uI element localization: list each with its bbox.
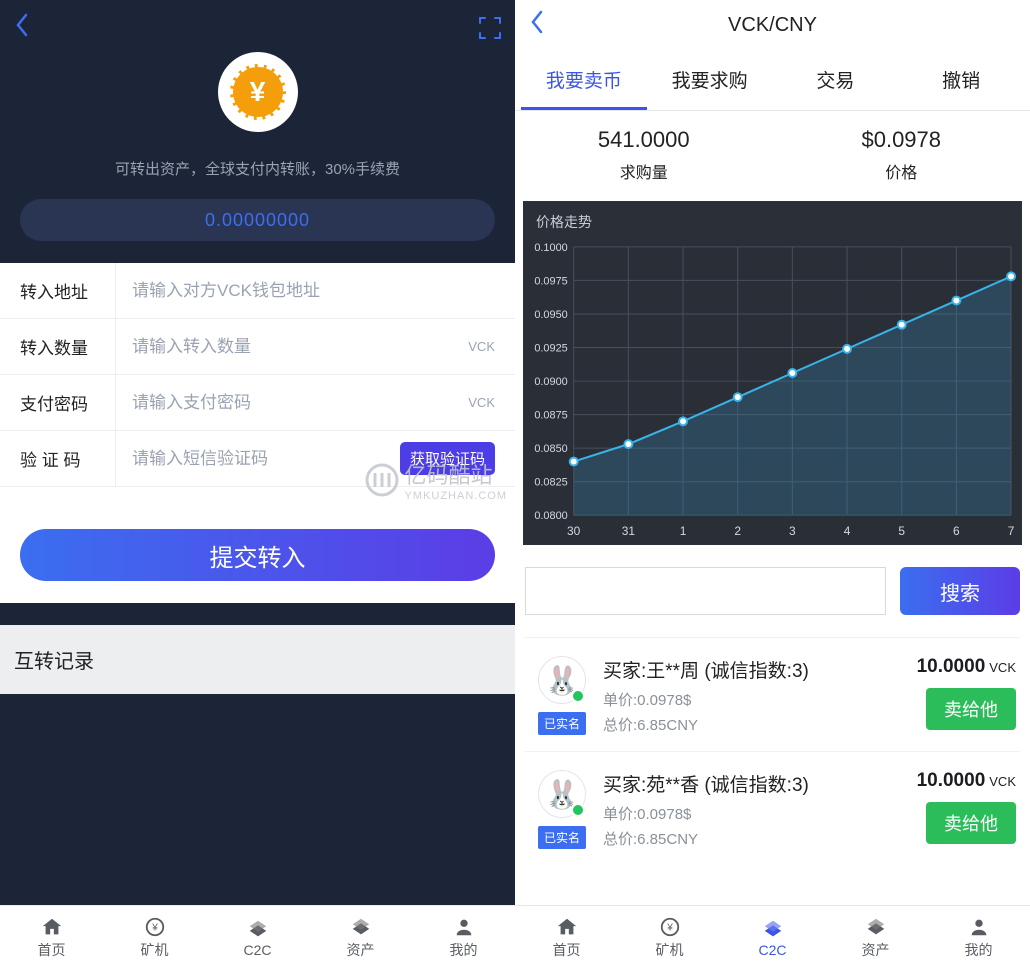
tab-mine[interactable]: 我的 [412,906,515,969]
address-input[interactable] [132,281,495,301]
amount: 10.0000VCK [917,656,1016,678]
avatar: 🐰 [538,656,586,704]
address-label: 转入地址 [20,263,116,318]
amount-label: 转入数量 [20,319,116,374]
watermark-text: 亿码酷站 [405,458,507,490]
unit-price: 单价:0.0978$ [603,803,917,824]
svg-text:0.0875: 0.0875 [534,410,567,422]
submit-button[interactable]: 提交转入 [20,529,495,581]
svg-text:1: 1 [680,524,687,538]
listing-card: 🐰 已实名 买家:苑**香 (诚信指数:3) 单价:0.0978$ 总价:6.8… [525,751,1020,865]
tab-home[interactable]: 首页 [0,906,103,969]
svg-text:¥: ¥ [666,922,673,933]
svg-text:6: 6 [953,524,960,538]
tab-home[interactable]: 首页 [515,906,618,969]
price-label: 价格 [773,159,1030,183]
watermark-sub: YMKUZHAN.COM [405,490,507,502]
verified-badge: 已实名 [538,826,586,849]
tab-trade[interactable]: 交易 [773,50,899,110]
market-tabs: 我要卖币 我要求购 交易 撤销 [515,50,1030,111]
svg-text:0.0800: 0.0800 [534,510,567,522]
chart-card: 价格走势 0.0800 0.0825 0.0850 0.0875 0.0900 0.092… [523,201,1022,545]
svg-text:7: 7 [1008,524,1015,538]
search-input-wrap [525,567,886,615]
left-navbar [0,10,515,46]
svg-text:3: 3 [789,524,796,538]
svg-text:¥: ¥ [151,922,158,933]
scan-icon[interactable] [477,15,503,41]
svg-text:0.0925: 0.0925 [534,342,567,354]
pwd-label: 支付密码 [20,375,116,430]
records-title: 互转记录 [0,625,515,694]
svg-text:5: 5 [898,524,905,538]
sell-button[interactable]: 卖给他 [926,688,1016,730]
tab-miner[interactable]: ¥矿机 [103,906,206,969]
demand-label: 求购量 [515,159,773,183]
amount-input[interactable] [132,337,468,357]
tab-c2c[interactable]: C2C [721,906,824,969]
code-input[interactable] [132,449,400,469]
asset-note: 可转出资产，全球支付内转账，30%手续费 [0,152,515,199]
page-title: VCK/CNY [515,14,1030,37]
verified-badge: 已实名 [538,712,586,735]
code-label: 验 证 码 [20,431,116,486]
tabbar-left: 首页 ¥矿机 C2C 资产 我的 [0,905,515,969]
tab-assets[interactable]: 资产 [309,906,412,969]
svg-text:0.1000: 0.1000 [534,242,567,254]
svg-text:2: 2 [734,524,741,538]
tab-miner[interactable]: ¥矿机 [618,906,721,969]
tab-assets[interactable]: 资产 [824,906,927,969]
svg-text:31: 31 [622,524,636,538]
search-button[interactable]: 搜索 [900,567,1020,615]
chart-title: 价格走势 [524,202,1021,238]
watermark: 亿码酷站 YMKUZHAN.COM [365,458,507,502]
amount-unit: VCK [468,339,495,354]
buyer-name: 买家:王**周 (诚信指数:3) [603,656,917,683]
tabbar-right: 首页 ¥矿机 C2C 资产 我的 [515,905,1030,969]
demand-value: 541.0000 [515,127,773,153]
svg-text:4: 4 [844,524,851,538]
balance-pill: 0.00000000 [20,199,495,241]
tab-cancel[interactable]: 撤销 [898,50,1024,110]
svg-text:0.0850: 0.0850 [534,443,567,455]
tab-buy[interactable]: 我要求购 [647,50,773,110]
avatar: 🐰 [538,770,586,818]
sell-button[interactable]: 卖给他 [926,802,1016,844]
back-icon[interactable] [12,11,32,46]
total-price: 总价:6.85CNY [603,828,917,849]
svg-text:0.0975: 0.0975 [534,275,567,287]
svg-text:0.0950: 0.0950 [534,309,567,321]
pwd-input[interactable] [132,393,468,413]
search-input[interactable] [526,568,885,614]
price-chart: 0.0800 0.0825 0.0850 0.0875 0.0900 0.0925 0.09… [524,238,1021,544]
right-navbar: VCK/CNY [515,0,1030,50]
buyer-name: 买家:苑**香 (诚信指数:3) [603,770,917,797]
amount: 10.0000VCK [917,770,1016,792]
unit-price: 单价:0.0978$ [603,689,917,710]
listing-card: 🐰 已实名 买家:王**周 (诚信指数:3) 单价:0.0978$ 总价:6.8… [525,637,1020,751]
tab-mine[interactable]: 我的 [927,906,1030,969]
tab-sell[interactable]: 我要卖币 [521,50,647,110]
tab-c2c[interactable]: C2C [206,906,309,969]
svg-text:0.0900: 0.0900 [534,376,567,388]
svg-text:30: 30 [567,524,581,538]
coin-logo: ¥ [218,52,298,132]
svg-text:0.0825: 0.0825 [534,477,567,489]
price-value: $0.0978 [773,127,1030,153]
total-price: 总价:6.85CNY [603,714,917,735]
pwd-unit: VCK [468,395,495,410]
